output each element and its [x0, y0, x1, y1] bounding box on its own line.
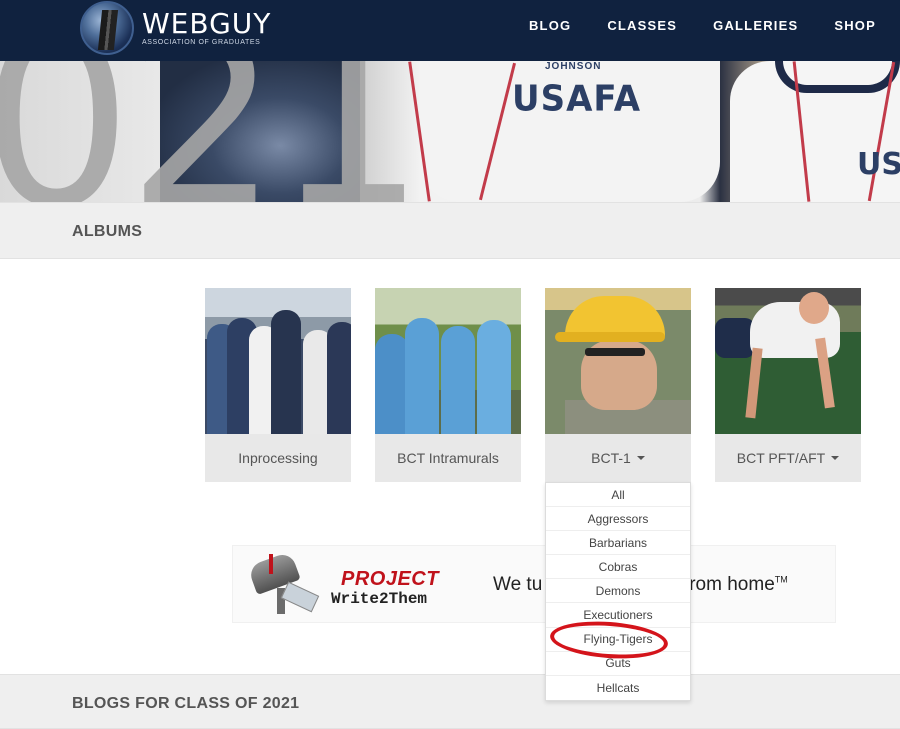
dropdown-item-hellcats[interactable]: Hellcats	[546, 676, 690, 700]
blogs-section-header: BLOGS FOR CLASS OF 2021	[0, 674, 900, 729]
caret-down-icon	[636, 456, 645, 460]
brand-name: WEBGUY	[142, 7, 272, 40]
hero-banner-image: 021 JOHNSON USAFA US	[0, 61, 900, 202]
squadron-dropdown-menu: All Aggressors Barbarians Cobras Demons Execu…	[545, 482, 691, 701]
album-thumbnail[interactable]	[205, 288, 351, 434]
hero-name-tag: JOHNSON	[545, 61, 602, 72]
banner-write2them-text: Write2Them	[331, 590, 428, 608]
albums-section-header: ALBUMS	[0, 202, 900, 259]
album-card-inprocessing[interactable]: Inprocessing	[205, 288, 351, 482]
album-dropdown-toggle[interactable]: BCT PFT/AFT	[715, 434, 861, 482]
album-caption: BCT-1	[591, 450, 631, 466]
caret-down-icon	[831, 456, 840, 460]
hero-shirt-text-2: US	[857, 147, 900, 182]
site-logo[interactable]: WEBGUY ASSOCIATION OF GRADUATES	[80, 0, 271, 56]
dropdown-item-all[interactable]: All	[546, 483, 690, 508]
main-nav: BLOG CLASSES GALLERIES SHOP	[529, 18, 876, 33]
dropdown-item-cobras[interactable]: Cobras	[546, 555, 690, 580]
mailbox-icon	[247, 551, 321, 618]
logo-text: WEBGUY ASSOCIATION OF GRADUATES	[142, 7, 272, 47]
album-caption[interactable]: BCT Intramurals	[375, 434, 521, 482]
banner-project-text: PROJECT	[341, 568, 439, 590]
hero-shirt-text: USAFA	[512, 78, 642, 120]
hero-class-year-digits: 021	[0, 61, 426, 202]
dropdown-item-demons[interactable]: Demons	[546, 579, 690, 604]
album-card-bct-intramurals[interactable]: BCT Intramurals	[375, 288, 521, 482]
dropdown-item-aggressors[interactable]: Aggressors	[546, 507, 690, 532]
album-thumbnail[interactable]	[545, 288, 691, 434]
nav-galleries-link[interactable]: GALLERIES	[713, 18, 798, 33]
logo-globe-icon	[80, 1, 134, 55]
brand-subtitle: ASSOCIATION OF GRADUATES	[142, 39, 261, 46]
album-card-bct-1[interactable]: BCT-1	[545, 288, 691, 482]
album-dropdown-toggle[interactable]: BCT-1	[545, 434, 691, 482]
album-thumbnail[interactable]	[375, 288, 521, 434]
album-thumbnail[interactable]	[715, 288, 861, 434]
nav-blog-link[interactable]: BLOG	[529, 18, 571, 33]
album-card-bct-pft-aft[interactable]: BCT PFT/AFT	[715, 288, 861, 482]
album-caption: BCT PFT/AFT	[736, 450, 826, 466]
blogs-heading: BLOGS FOR CLASS OF 2021	[72, 695, 300, 712]
project-write2them-banner[interactable]: PROJECT Write2Them We tu ers from homeTM	[232, 545, 836, 623]
top-navigation-bar: WEBGUY ASSOCIATION OF GRADUATES BLOG CLA…	[0, 0, 900, 61]
trademark-mark: TM	[774, 574, 788, 585]
nav-classes-link[interactable]: CLASSES	[607, 18, 677, 33]
albums-heading: ALBUMS	[72, 223, 143, 240]
album-caption[interactable]: Inprocessing	[205, 434, 351, 482]
nav-shop-link[interactable]: SHOP	[834, 18, 876, 33]
dropdown-item-barbarians[interactable]: Barbarians	[546, 531, 690, 556]
banner-tagline-left: We tu	[493, 574, 543, 595]
